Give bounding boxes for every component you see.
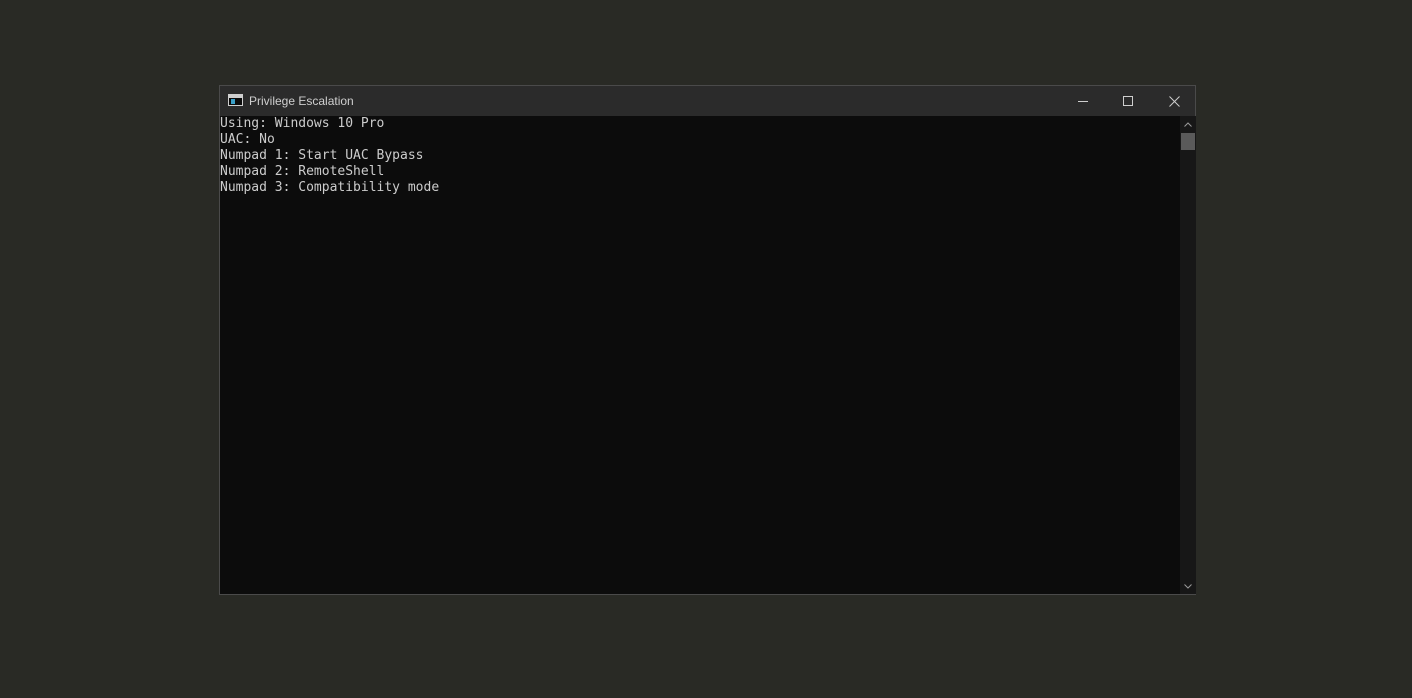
- desktop: Privilege Escalation Using: Windows 10 P…: [0, 0, 1412, 698]
- minimize-icon: [1078, 101, 1088, 102]
- close-icon: [1168, 95, 1180, 107]
- chevron-down-icon: [1184, 583, 1192, 589]
- console-line-option-1: Numpad 1: Start UAC Bypass: [220, 148, 424, 163]
- vertical-scrollbar[interactable]: [1180, 116, 1196, 594]
- maximize-button[interactable]: [1105, 86, 1151, 116]
- chevron-up-icon: [1184, 121, 1192, 127]
- maximize-icon: [1123, 96, 1133, 106]
- scroll-thumb[interactable]: [1181, 133, 1195, 150]
- console-line-option-2: Numpad 2: RemoteShell: [220, 164, 385, 179]
- close-button[interactable]: [1151, 86, 1197, 116]
- console-line-uac: UAC: No: [220, 132, 275, 147]
- window-title: Privilege Escalation: [249, 94, 354, 108]
- console-line-os: Using: Windows 10 Pro: [220, 116, 385, 131]
- scroll-up-button[interactable]: [1180, 116, 1196, 132]
- scroll-down-button[interactable]: [1180, 578, 1196, 594]
- console-line-option-3: Numpad 3: Compatibility mode: [220, 180, 440, 195]
- console-window: Privilege Escalation Using: Windows 10 P…: [219, 85, 1196, 595]
- console-icon[interactable]: [228, 94, 243, 106]
- title-bar[interactable]: Privilege Escalation: [220, 86, 1195, 116]
- console-output[interactable]: Using: Windows 10 Pro UAC: No Numpad 1: …: [220, 116, 1180, 594]
- minimize-button[interactable]: [1060, 86, 1106, 116]
